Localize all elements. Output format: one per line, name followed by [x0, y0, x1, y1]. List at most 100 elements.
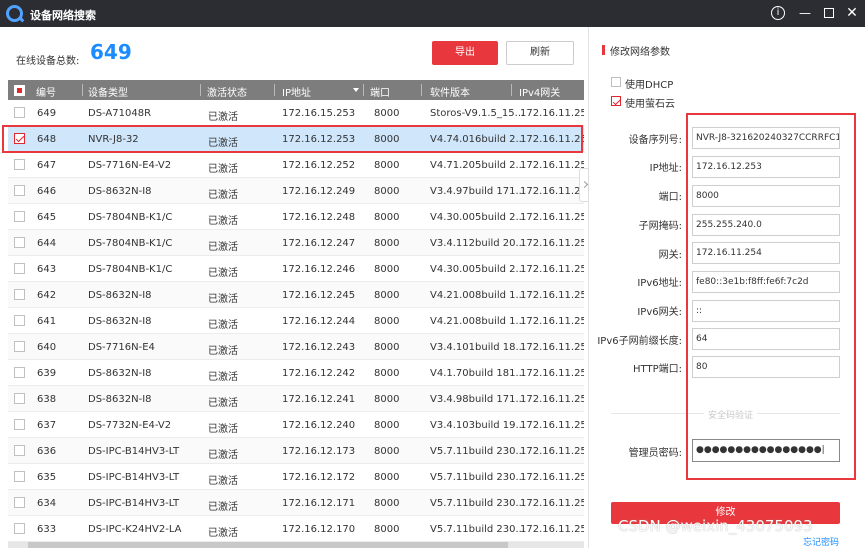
cell-gateway: 172.16.11.254: [520, 108, 584, 119]
cloud-checkbox[interactable]: [611, 96, 621, 106]
cell-port: 8000: [374, 212, 400, 223]
cell-type: DS-8632N-I8: [88, 290, 152, 301]
col-header-status[interactable]: 激活状态: [207, 84, 247, 99]
table-row[interactable]: 647 DS-7716N-E4-V2 已激活 172.16.12.252 8000 V4.…: [8, 152, 584, 178]
search-app-icon: [6, 5, 23, 22]
cell-port: 8000: [374, 108, 400, 119]
cell-ip: 172.16.12.252: [282, 160, 356, 171]
cell-port: 8000: [374, 160, 400, 171]
table-row[interactable]: 644 DS-7804NB-K1/C 已激活 172.16.12.247 8000 V3.…: [8, 230, 584, 256]
cell-version: Storos-V9.1.5_15...: [430, 108, 525, 119]
close-icon[interactable]: ✕: [843, 4, 861, 22]
collapse-panel-handle[interactable]: [579, 168, 589, 202]
sort-down-icon[interactable]: [353, 88, 359, 92]
table-row[interactable]: 645 DS-7804NB-K1/C 已激活 172.16.12.248 8000 V4.…: [8, 204, 584, 230]
cell-gateway: 172.16.11.254: [520, 264, 584, 275]
forgot-password-link[interactable]: 忘记密码: [803, 535, 839, 548]
row-checkbox[interactable]: [14, 315, 25, 326]
row-checkbox[interactable]: [14, 211, 25, 222]
select-all-checkbox[interactable]: [14, 85, 25, 96]
selected-row-highlight: [2, 125, 583, 153]
row-checkbox[interactable]: [14, 393, 25, 404]
row-checkbox[interactable]: [14, 237, 25, 248]
cell-gateway: 172.16.11.254: [520, 238, 584, 249]
cell-ip: 172.16.12.173: [282, 446, 356, 457]
row-checkbox[interactable]: [14, 263, 25, 274]
info-icon[interactable]: i: [771, 6, 785, 20]
cell-status: 已激活: [208, 164, 238, 175]
cell-gateway: 172.16.11.254: [520, 160, 584, 171]
cell-port: 8000: [374, 420, 400, 431]
cloud-label: 使用萤石云: [625, 99, 675, 110]
col-header-port[interactable]: 端口: [370, 84, 390, 99]
table-row[interactable]: 643 DS-7804NB-K1/C 已激活 172.16.12.246 8000 V4.…: [8, 256, 584, 282]
cell-version: V5.7.11build 230...: [430, 498, 526, 509]
cell-ip: 172.16.12.245: [282, 290, 356, 301]
cell-version: V3.4.103build 19...: [430, 420, 526, 431]
row-checkbox[interactable]: [14, 471, 25, 482]
table-row[interactable]: 639 DS-8632N-I8 已激活 172.16.12.242 8000 V4.1.7…: [8, 360, 584, 386]
row-checkbox[interactable]: [14, 107, 25, 118]
minimize-icon[interactable]: —: [796, 4, 814, 22]
row-checkbox[interactable]: [14, 159, 25, 170]
refresh-button[interactable]: 刷新: [506, 41, 574, 65]
panel-title: 修改网络参数: [610, 47, 670, 58]
cell-type: DS-A71048R: [88, 108, 152, 119]
scrollbar-thumb[interactable]: [28, 542, 508, 548]
cell-port: 8000: [374, 238, 400, 249]
table-row[interactable]: 646 DS-8632N-I8 已激活 172.16.12.249 8000 V3.4.9…: [8, 178, 584, 204]
table-row[interactable]: 641 DS-8632N-I8 已激活 172.16.12.244 8000 V4.21.…: [8, 308, 584, 334]
cell-status: 已激活: [208, 190, 238, 201]
row-checkbox[interactable]: [14, 289, 25, 300]
row-checkbox[interactable]: [14, 185, 25, 196]
col-header-type[interactable]: 设备类型: [88, 84, 128, 99]
cell-ip: 172.16.12.240: [282, 420, 356, 431]
col-header-gateway[interactable]: IPv4网关: [519, 84, 560, 99]
cell-no: 649: [37, 108, 57, 119]
cell-type: DS-8632N-I8: [88, 186, 152, 197]
table-row[interactable]: 640 DS-7716N-E4 已激活 172.16.12.243 8000 V3.4.1…: [8, 334, 584, 360]
row-checkbox[interactable]: [14, 367, 25, 378]
cell-gateway: 172.16.11.254: [520, 316, 584, 327]
cell-no: 634: [37, 498, 57, 509]
table-row[interactable]: 633 DS-IPC-K24HV2-LA 已激活 172.16.12.170 8000 V…: [8, 516, 584, 542]
row-checkbox[interactable]: [14, 497, 25, 508]
col-header-version[interactable]: 软件版本: [430, 84, 470, 99]
column-divider: [200, 84, 201, 96]
cell-gateway: 172.16.11.254: [520, 290, 584, 301]
cell-type: DS-IPC-B14HV3-LT: [88, 498, 180, 509]
table-row[interactable]: 635 DS-IPC-B14HV3-LT 已激活 172.16.12.172 8000 V…: [8, 464, 584, 490]
cell-status: 已激活: [208, 242, 238, 253]
table-row[interactable]: 638 DS-8632N-I8 已激活 172.16.12.241 8000 V3.4.9…: [8, 386, 584, 412]
row-checkbox[interactable]: [14, 445, 25, 456]
maximize-icon[interactable]: [820, 4, 838, 22]
horizontal-scrollbar[interactable]: [8, 542, 584, 548]
export-button[interactable]: 导出: [432, 41, 498, 65]
cell-gateway: 172.16.11.254: [520, 212, 584, 223]
table-row[interactable]: 642 DS-8632N-I8 已激活 172.16.12.245 8000 V4.21.…: [8, 282, 584, 308]
column-divider: [363, 84, 364, 96]
ipv6-gateway-label: IPv6网关:: [637, 307, 682, 318]
cell-status: 已激活: [208, 268, 238, 279]
cell-version: V5.7.11build 230...: [430, 524, 526, 535]
row-checkbox[interactable]: [14, 341, 25, 352]
cell-version: V3.4.112build 20...: [430, 238, 526, 249]
table-row[interactable]: 634 DS-IPC-B14HV3-LT 已激活 172.16.12.171 8000 V…: [8, 490, 584, 516]
ipv6-prefix-label: IPv6子网前缀长度:: [597, 336, 682, 347]
http-port-label: HTTP端口:: [633, 364, 682, 375]
cell-ip: 172.16.12.242: [282, 368, 356, 379]
cell-version: V4.1.70build 181...: [430, 368, 526, 379]
table-row[interactable]: 637 DS-7732N-E4-V2 已激活 172.16.12.240 8000 V3.…: [8, 412, 584, 438]
cell-ip: 172.16.12.172: [282, 472, 356, 483]
cell-ip: 172.16.12.249: [282, 186, 356, 197]
row-checkbox[interactable]: [14, 419, 25, 430]
cell-status: 已激活: [208, 216, 238, 227]
col-header-no[interactable]: 编号: [36, 84, 56, 99]
table-row[interactable]: 649 DS-A71048R 已激活 172.16.15.253 8000 Storos-…: [8, 100, 584, 126]
col-header-ip[interactable]: IP地址: [282, 84, 311, 99]
row-checkbox[interactable]: [14, 523, 25, 534]
dhcp-checkbox[interactable]: [611, 77, 621, 87]
table-row[interactable]: 636 DS-IPC-B14HV3-LT 已激活 172.16.12.173 8000 V…: [8, 438, 584, 464]
cell-no: 635: [37, 472, 57, 483]
column-divider: [511, 84, 512, 96]
